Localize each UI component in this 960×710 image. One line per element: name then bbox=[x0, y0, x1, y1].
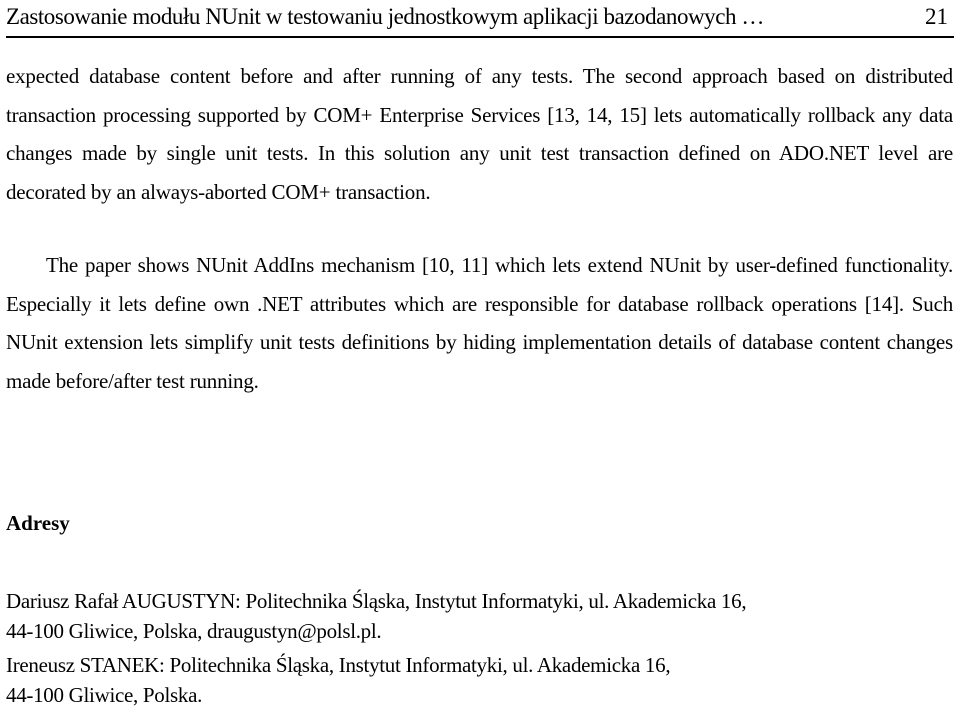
body-paragraph-1: expected database content before and aft… bbox=[6, 64, 953, 204]
address-entry: Ireneusz STANEK: Politechnika Śląska, In… bbox=[6, 650, 956, 710]
body-paragraph-2: The paper shows NUnit AddIns mechanism [… bbox=[6, 253, 953, 393]
address-line: Ireneusz STANEK: Politechnika Śląska, In… bbox=[6, 653, 671, 677]
address-entry: Dariusz Rafał AUGUSTYN: Politechnika Ślą… bbox=[6, 586, 956, 646]
section-heading-addresses: Adresy bbox=[6, 511, 70, 535]
address-line: 44-100 Gliwice, Polska, draugustyn@polsl… bbox=[6, 619, 382, 643]
address-line: 44-100 Gliwice, Polska. bbox=[6, 683, 203, 707]
running-header: Zastosowanie modułu NUnit w testowaniu j… bbox=[6, 2, 954, 38]
address-line: Dariusz Rafał AUGUSTYN: Politechnika Ślą… bbox=[6, 589, 747, 613]
page-number: 21 bbox=[925, 4, 948, 29]
running-header-title: Zastosowanie modułu NUnit w testowaniu j… bbox=[6, 4, 764, 29]
